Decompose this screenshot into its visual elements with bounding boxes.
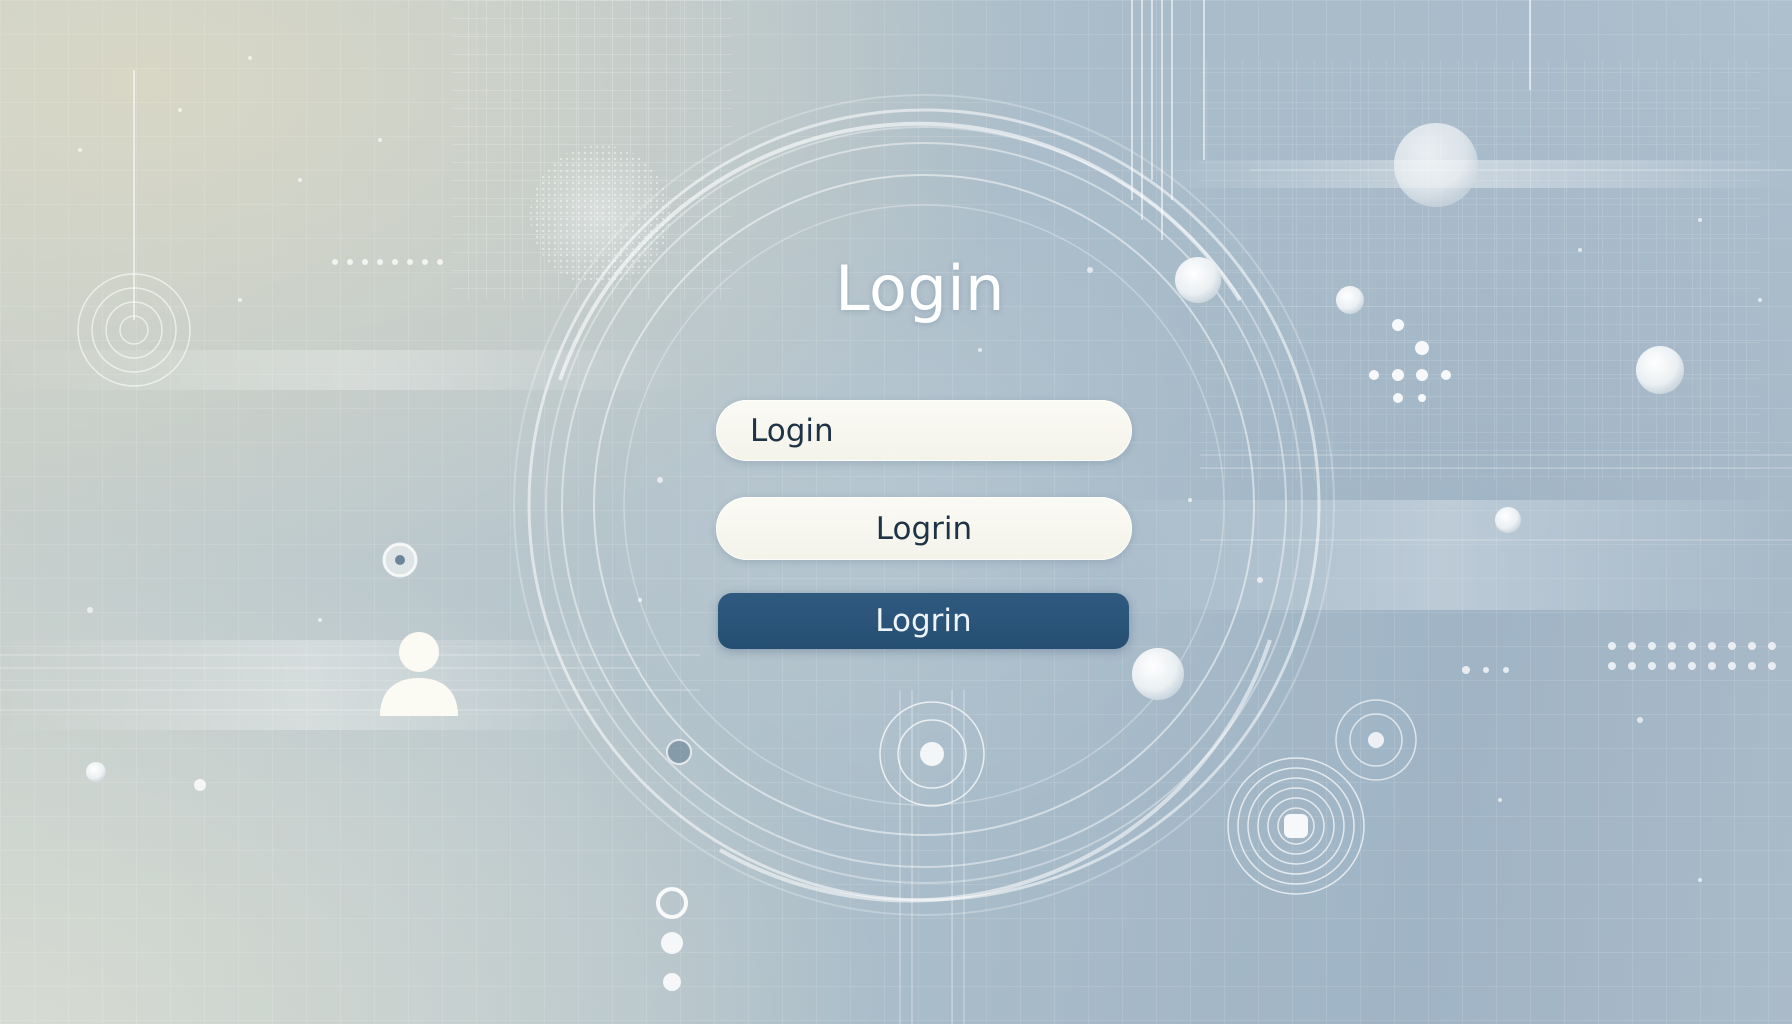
login-title: Login: [835, 252, 1005, 325]
login-screen: Login Login Logrin Logrin: [0, 0, 1792, 1024]
login-button[interactable]: Logrin: [718, 593, 1129, 649]
password-input[interactable]: Logrin: [716, 497, 1132, 560]
user-icon: [380, 632, 458, 716]
username-input[interactable]: Login: [716, 400, 1132, 461]
